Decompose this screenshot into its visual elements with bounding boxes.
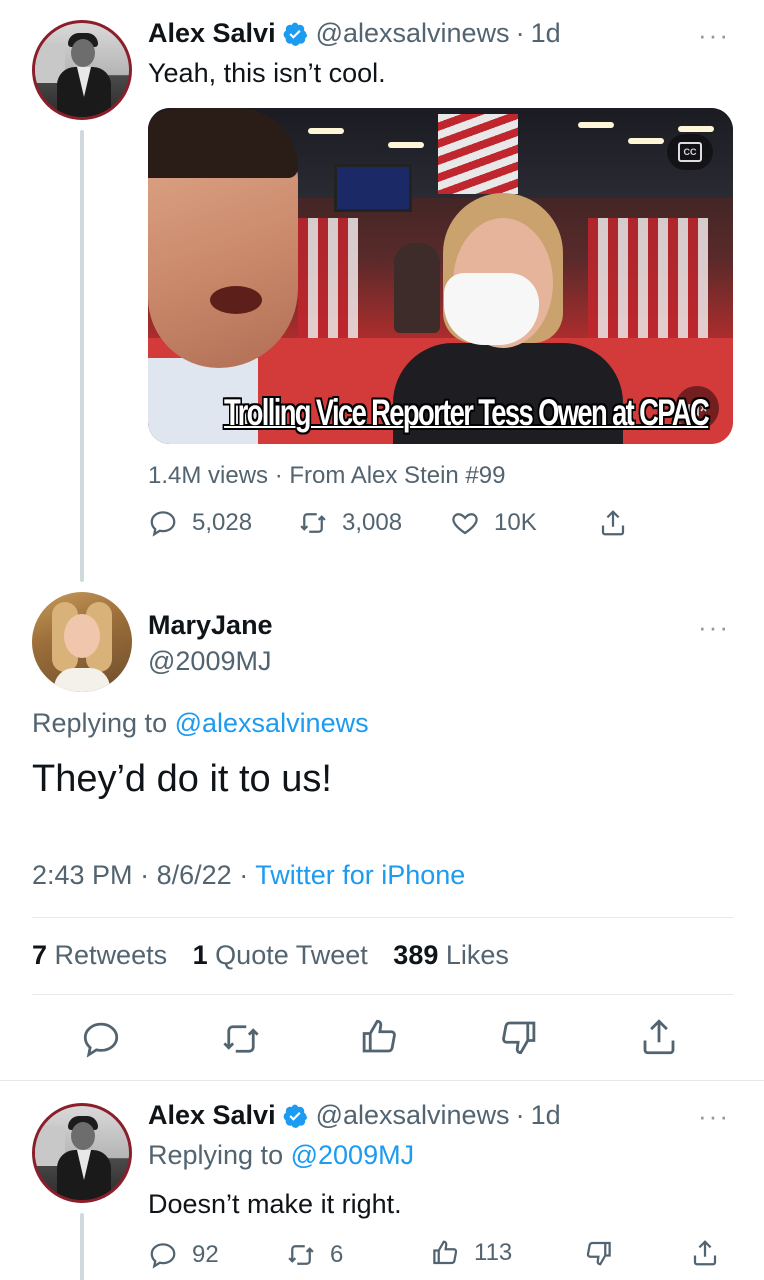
closed-captions-button[interactable]: CC <box>667 134 713 170</box>
avatar-alex-salvi[interactable] <box>32 1103 132 1203</box>
tweet-header: Alex Salvi @alexsalvinews · 1d <box>148 18 561 49</box>
tweet-original[interactable]: Alex Salvi @alexsalvinews · 1d ··· Yeah,… <box>0 0 764 590</box>
closed-captions-icon: CC <box>678 142 702 162</box>
like-count: 10K <box>494 509 537 536</box>
reply-icon <box>150 511 176 537</box>
retweet-count: 6 <box>330 1241 344 1268</box>
replying-prefix: Replying to <box>148 1140 284 1170</box>
replying-to: Replying to @alexsalvinews <box>32 708 369 739</box>
quotes-stat[interactable]: 1 Quote Tweet <box>193 940 386 970</box>
retweets-stat[interactable]: 7 Retweets <box>32 940 185 970</box>
thumbs-up-icon <box>433 1240 458 1265</box>
retweet-icon <box>288 1245 314 1265</box>
engagement-stats: 7 Retweets 1 Quote Tweet 389 Likes <box>32 940 527 971</box>
more-options-icon[interactable]: ··· <box>698 1101 730 1132</box>
separator-dot: · <box>140 860 150 890</box>
separator-dot: · <box>239 860 249 890</box>
thumbs-down-icon <box>502 1021 536 1055</box>
retweet-count: 3,008 <box>342 509 403 536</box>
tweet-time[interactable]: 1d <box>531 1100 561 1131</box>
reply-button[interactable]: 5,028 <box>148 508 252 538</box>
share-icon <box>643 1019 675 1055</box>
verified-badge-icon <box>283 22 307 46</box>
more-options-icon[interactable]: ··· <box>698 612 730 643</box>
tweet-source[interactable]: Twitter for iPhone <box>255 860 465 890</box>
like-count: 113 <box>474 1239 513 1266</box>
separator-dot: · <box>515 1100 525 1130</box>
avatar-alex-salvi[interactable] <box>32 20 132 120</box>
retweet-icon <box>300 513 326 533</box>
video-caption: Trolling Vice Reporter Tess Owen at CPAC <box>224 392 710 433</box>
tweet-focused: MaryJane @2009MJ ··· Replying to @alexsa… <box>0 590 764 1080</box>
reply-icon <box>150 1243 176 1269</box>
retweet-icon <box>223 1025 259 1053</box>
share-icon <box>601 510 625 536</box>
thumbs-down-icon <box>586 1241 611 1266</box>
like-button[interactable]: 10K <box>450 508 537 538</box>
author-handle[interactable]: @alexsalvinews <box>316 18 510 49</box>
divider <box>32 917 733 918</box>
reply-icon <box>83 1022 119 1058</box>
reply-button[interactable] <box>80 1018 122 1060</box>
avatar-maryjane[interactable] <box>32 592 132 692</box>
tweet-date[interactable]: 8/6/22 <box>157 860 232 890</box>
author-handle[interactable]: @2009MJ <box>148 646 271 677</box>
tweet-time[interactable]: 2:43 PM <box>32 860 133 890</box>
retweet-button[interactable]: 3,008 <box>298 508 402 538</box>
tweet-text: They’d do it to us! <box>32 758 332 800</box>
upvote-button[interactable] <box>358 1016 400 1058</box>
share-button[interactable] <box>690 1238 734 1268</box>
tweet-header: Alex Salvi @alexsalvinews · 1d <box>148 1100 561 1131</box>
verified-badge-icon <box>283 1104 307 1128</box>
heart-icon <box>452 513 478 535</box>
tweet-time[interactable]: 1d <box>531 18 561 49</box>
retweet-button[interactable]: 6 <box>286 1240 343 1270</box>
author-handle[interactable]: @alexsalvinews <box>316 1100 510 1131</box>
share-button[interactable] <box>638 1016 680 1058</box>
replying-to-link[interactable]: @alexsalvinews <box>175 708 369 738</box>
retweet-button[interactable] <box>220 1018 262 1060</box>
upvote-button[interactable]: 113 <box>430 1238 512 1268</box>
author-name[interactable]: MaryJane <box>148 610 273 641</box>
downvote-button[interactable] <box>584 1238 628 1268</box>
more-options-icon[interactable]: ··· <box>698 20 730 51</box>
author-name[interactable]: Alex Salvi <box>148 1100 276 1131</box>
thread-line <box>80 1213 84 1280</box>
reply-count: 5,028 <box>192 509 253 536</box>
author-name[interactable]: Alex Salvi <box>148 18 276 49</box>
share-button[interactable] <box>598 508 642 538</box>
downvote-button[interactable] <box>498 1016 540 1058</box>
divider <box>32 994 733 995</box>
tweet-meta: 2:43 PM · 8/6/22 · Twitter for iPhone <box>32 860 465 891</box>
likes-stat[interactable]: 389 Likes <box>393 940 527 970</box>
replying-prefix: Replying to <box>32 708 168 738</box>
tweet-text: Yeah, this isn’t cool. <box>148 58 386 88</box>
share-icon <box>693 1240 717 1266</box>
reply-button[interactable]: 92 <box>148 1240 219 1270</box>
reply-count: 92 <box>192 1241 219 1268</box>
tweet-reply[interactable]: Alex Salvi @alexsalvinews · 1d ··· Reply… <box>0 1081 764 1280</box>
video-views-source: 1.4M views · From Alex Stein #99 <box>148 462 506 489</box>
separator-dot: · <box>515 18 525 48</box>
replying-to-link[interactable]: @2009MJ <box>291 1140 414 1170</box>
thumbs-up-icon <box>362 1019 396 1053</box>
replying-to: Replying to @2009MJ <box>148 1140 414 1171</box>
tweet-text: Doesn’t make it right. <box>148 1189 402 1219</box>
video-media[interactable]: CC Trolling Vice Reporter Tess Owen at C… <box>148 108 733 444</box>
thread-line <box>80 130 84 582</box>
